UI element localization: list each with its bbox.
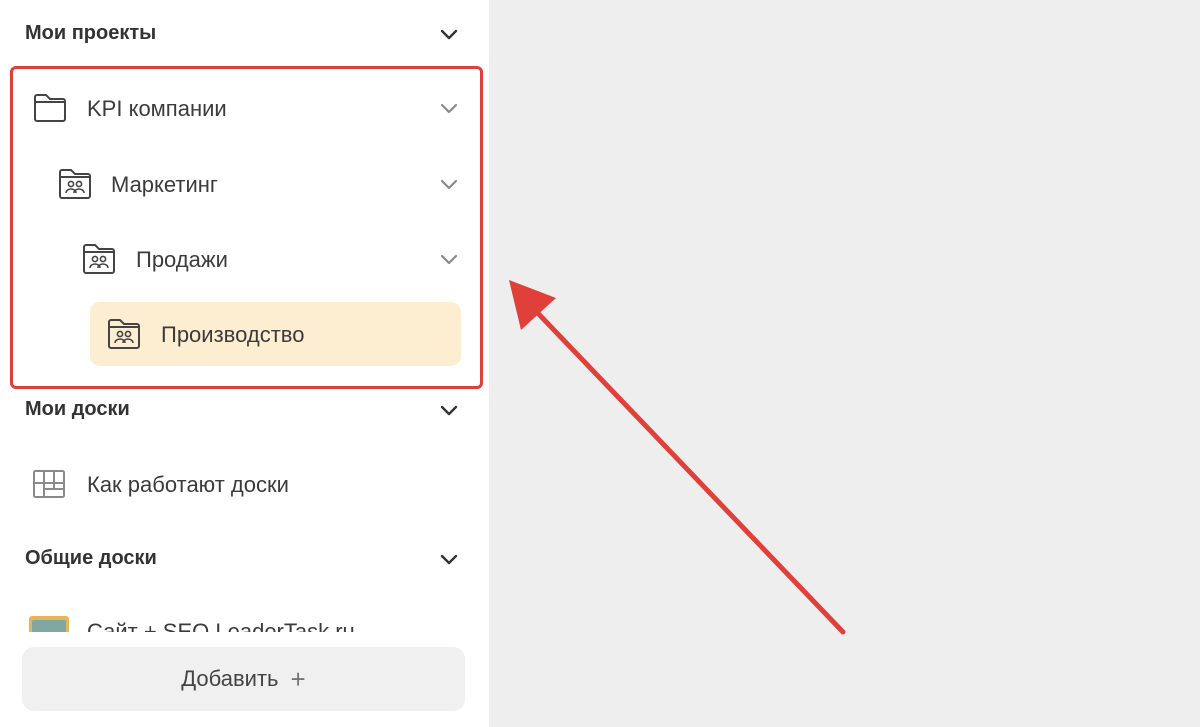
annotation-arrow [509, 280, 846, 635]
